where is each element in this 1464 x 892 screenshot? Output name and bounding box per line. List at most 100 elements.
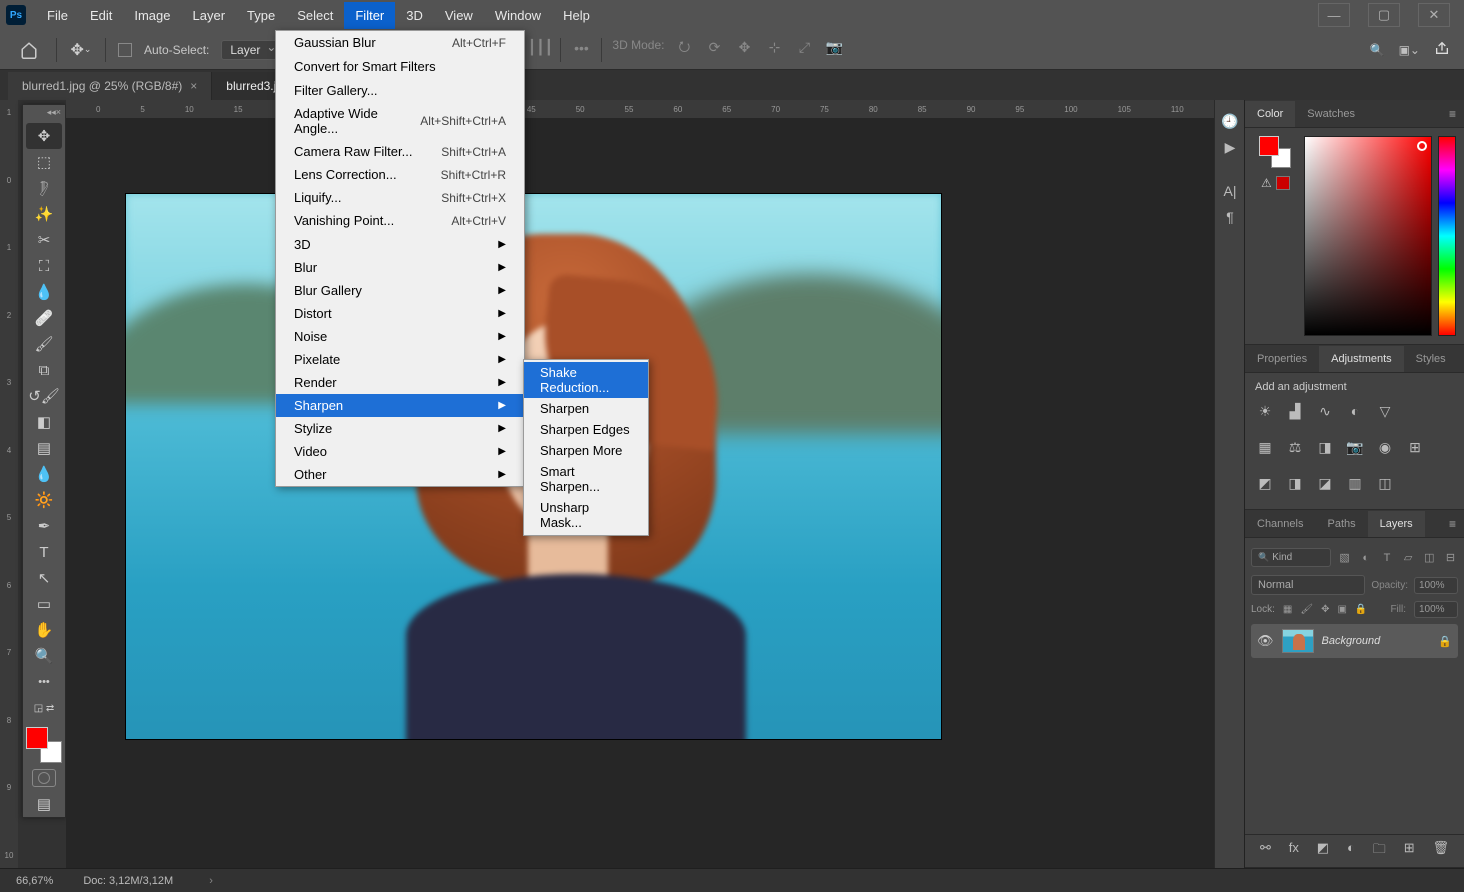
close-button[interactable]: ✕	[1418, 3, 1450, 27]
menu-file[interactable]: File	[36, 2, 79, 29]
distribute-icon[interactable]: ┃┃┃	[530, 38, 550, 58]
exposure-icon[interactable]: ◐	[1345, 401, 1365, 421]
filter-menu-item[interactable]: Adaptive Wide Angle...Alt+Shift+Ctrl+A	[276, 102, 524, 140]
history-brush-tool[interactable]: ↺🖌	[26, 383, 62, 409]
search-icon[interactable]: 🔍	[1370, 43, 1385, 57]
menu-3d[interactable]: 3D	[395, 2, 434, 29]
sharpen-menu-item[interactable]: Sharpen	[524, 398, 648, 419]
vibrance-icon[interactable]: ▽	[1375, 401, 1395, 421]
layer-thumbnail[interactable]	[1282, 629, 1314, 653]
3d-scale-icon[interactable]: ⤢	[794, 38, 814, 58]
hue-sat-icon[interactable]: ▦	[1255, 437, 1275, 457]
sharpen-menu-item[interactable]: Sharpen Edges	[524, 419, 648, 440]
filter-adjustment-icon[interactable]: ◐	[1358, 550, 1373, 566]
selective-color-icon[interactable]: ◫	[1375, 473, 1395, 493]
frame-tool[interactable]: ⛶	[26, 253, 62, 279]
hue-slider[interactable]	[1438, 136, 1456, 336]
3d-pan-icon[interactable]: ✥	[734, 38, 754, 58]
filter-menu-item[interactable]: Stylize▶	[276, 417, 524, 440]
move-tool-icon[interactable]: ✥⌄	[69, 38, 93, 62]
threshold-icon[interactable]: ◪	[1315, 473, 1335, 493]
edit-toolbar[interactable]: •••	[26, 669, 62, 695]
filter-menu-item[interactable]: Video▶	[276, 440, 524, 463]
menu-image[interactable]: Image	[123, 2, 181, 29]
adjustment-layer-icon[interactable]: ◐	[1347, 840, 1355, 862]
filter-pixel-icon[interactable]: ▧	[1337, 550, 1352, 566]
tab-channels[interactable]: Channels	[1245, 511, 1315, 537]
blur-tool[interactable]: 💧	[26, 461, 62, 487]
lock-position-icon[interactable]: ✥	[1321, 604, 1329, 615]
filter-menu-item[interactable]: 3D▶	[276, 233, 524, 256]
link-layers-icon[interactable]: ⚯	[1260, 840, 1271, 862]
type-tool[interactable]: T	[26, 539, 62, 565]
filter-menu-item[interactable]: Blur▶	[276, 256, 524, 279]
3d-slide-icon[interactable]: ⊹	[764, 38, 784, 58]
posterize-icon[interactable]: ◨	[1285, 473, 1305, 493]
fill-input[interactable]: 100%	[1414, 601, 1458, 618]
tab-adjustments[interactable]: Adjustments	[1319, 346, 1404, 372]
panel-menu-icon[interactable]: ≡	[1441, 107, 1464, 121]
swap-colors-icon[interactable]: ◲ ⇄	[26, 695, 62, 721]
share-icon[interactable]	[1434, 40, 1450, 59]
layer-mask-icon[interactable]: ◩	[1317, 840, 1329, 862]
quick-mask-icon[interactable]	[32, 769, 56, 787]
move-tool[interactable]: ✥	[26, 123, 62, 149]
filter-menu-item[interactable]: Filter Gallery...	[276, 79, 524, 102]
brush-tool[interactable]: 🖌	[26, 331, 62, 357]
color-balance-icon[interactable]: ⚖	[1285, 437, 1305, 457]
tab-styles[interactable]: Styles	[1404, 346, 1458, 372]
workspace-switcher-icon[interactable]: ▣⌄	[1399, 43, 1420, 57]
tab-properties[interactable]: Properties	[1245, 346, 1319, 372]
eyedropper-tool[interactable]: 💧	[26, 279, 62, 305]
menu-view[interactable]: View	[434, 2, 484, 29]
history-panel-icon[interactable]: 🕘	[1215, 108, 1245, 134]
gradient-tool[interactable]: ▤	[26, 435, 62, 461]
sharpen-menu-item[interactable]: Sharpen More	[524, 440, 648, 461]
zoom-level[interactable]: 66,67%	[16, 875, 53, 887]
screen-mode-icon[interactable]: ▤	[26, 791, 62, 817]
layer-row[interactable]: 👁 Background 🔒	[1251, 624, 1458, 658]
minimize-button[interactable]: —	[1318, 3, 1350, 27]
menu-edit[interactable]: Edit	[79, 2, 123, 29]
filter-menu-item[interactable]: Gaussian BlurAlt+Ctrl+F	[276, 31, 524, 54]
paragraph-panel-icon[interactable]: ¶	[1215, 204, 1245, 230]
auto-select-target-dropdown[interactable]: Layer	[221, 40, 281, 60]
eraser-tool[interactable]: ◧	[26, 409, 62, 435]
new-layer-icon[interactable]: ⊞	[1404, 840, 1415, 862]
tab-layers[interactable]: Layers	[1368, 511, 1425, 537]
3d-camera-icon[interactable]: 📷	[824, 38, 844, 58]
filter-smart-icon[interactable]: ◫	[1422, 550, 1437, 566]
zoom-tool[interactable]: 🔍	[26, 643, 62, 669]
layer-filter-kind-dropdown[interactable]: Kind	[1251, 548, 1331, 567]
channel-mixer-icon[interactable]: ◉	[1375, 437, 1395, 457]
menu-filter[interactable]: Filter	[344, 2, 395, 29]
pen-tool[interactable]: ✒	[26, 513, 62, 539]
sharpen-menu-item[interactable]: Smart Sharpen...	[524, 461, 648, 497]
curves-icon[interactable]: ∿	[1315, 401, 1335, 421]
filter-toggle-icon[interactable]: ⊟	[1443, 550, 1458, 566]
levels-icon[interactable]: ▟	[1285, 401, 1305, 421]
lock-all-icon[interactable]: 🔒	[1355, 604, 1367, 615]
delete-layer-icon[interactable]: 🗑	[1433, 840, 1450, 862]
filter-menu-item[interactable]: Other▶	[276, 463, 524, 486]
path-selection-tool[interactable]: ↖	[26, 565, 62, 591]
gradient-map-icon[interactable]: ▥	[1345, 473, 1365, 493]
brightness-icon[interactable]: ☀	[1255, 401, 1275, 421]
layer-style-icon[interactable]: fx	[1289, 840, 1299, 862]
character-panel-icon[interactable]: A|	[1215, 178, 1245, 204]
filter-menu-item[interactable]: Noise▶	[276, 325, 524, 348]
3d-roll-icon[interactable]: ⟳	[704, 38, 724, 58]
clone-stamp-tool[interactable]: ⧉	[26, 357, 62, 383]
maximize-button[interactable]: ▢	[1368, 3, 1400, 27]
invert-icon[interactable]: ◩	[1255, 473, 1275, 493]
doc-size[interactable]: Doc: 3,12M/3,12M	[83, 875, 173, 887]
tab-close-icon[interactable]: ×	[190, 79, 197, 93]
menu-select[interactable]: Select	[286, 2, 344, 29]
lock-artboard-icon[interactable]: ▣	[1337, 604, 1346, 615]
panel-menu-icon[interactable]: ≡	[1441, 517, 1464, 531]
color-swatches[interactable]	[26, 727, 62, 763]
filter-shape-icon[interactable]: ▱	[1401, 550, 1416, 566]
rectangle-tool[interactable]: ▭	[26, 591, 62, 617]
color-swatches-mini[interactable]	[1259, 136, 1291, 168]
layer-name[interactable]: Background	[1322, 635, 1431, 647]
